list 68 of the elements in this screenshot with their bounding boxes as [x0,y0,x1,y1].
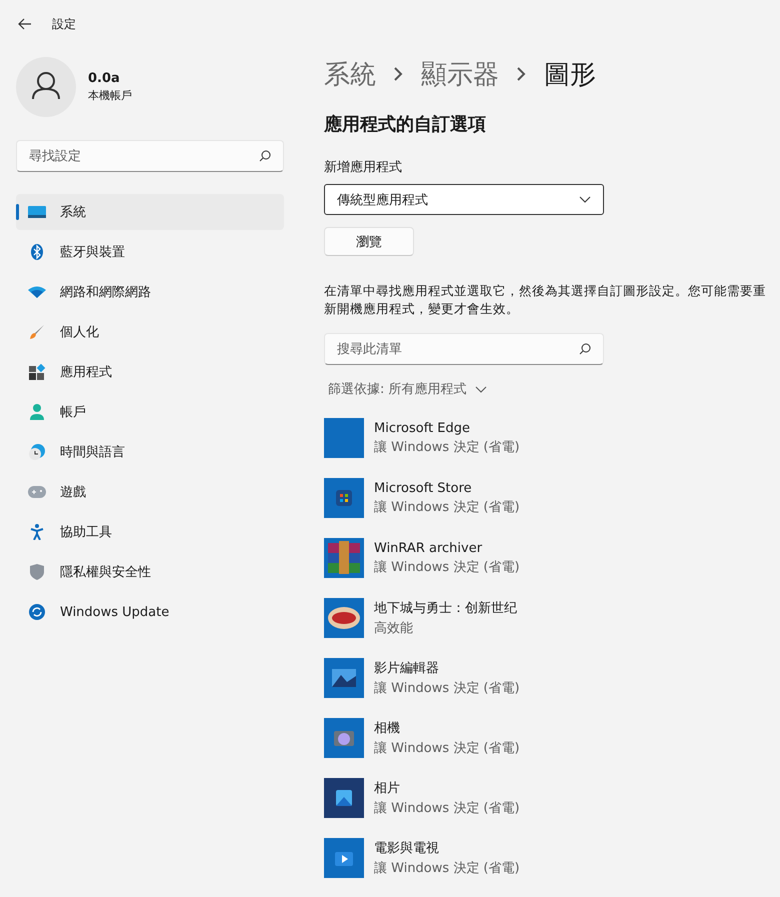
app-icon [324,538,364,578]
monitor-icon [28,206,46,218]
chevron-icon [394,67,403,81]
shield-icon [28,564,46,580]
page-title: 圖形 [544,58,596,92]
app-icon [324,718,364,758]
section-title: 應用程式的自訂選項 [324,113,486,136]
app-name: 相片 [374,780,401,797]
avatar-icon [16,57,76,117]
app-name: 相機 [374,720,401,737]
app-setting: 讓 Windows 決定 (省電) [374,498,520,516]
nav-item[interactable]: Windows Update [16,594,284,630]
nav-item[interactable]: 應用程式 [16,354,284,390]
wifi-icon [28,286,46,298]
brush-icon [28,324,46,340]
browse-button[interactable]: 瀏覽 [324,227,414,256]
chevron-down-icon [579,196,591,203]
app-icon [324,778,364,818]
clock-globe-icon [28,444,46,460]
app-icon [324,418,364,458]
app-icon [324,838,364,878]
field-label: 新增應用程式 [324,159,402,176]
search-icon [259,150,271,162]
bluetooth-icon [28,244,46,260]
app-icon [324,658,364,698]
account-name: 0.0a [88,71,121,86]
app-name: 影片編輯器 [374,660,440,677]
search-field[interactable]: 搜尋此清單 [324,333,604,365]
nav-item[interactable]: 帳戶 [16,394,284,430]
search-field[interactable]: 尋找設定 [16,140,284,172]
nav-item[interactable]: 隱私權與安全性 [16,554,284,590]
account-type: 本機帳戶 [88,88,132,103]
accessibility-icon [28,524,46,540]
nav-item[interactable]: 藍牙與裝置 [16,234,284,270]
app-name: Microsoft Edge [374,420,472,436]
update-icon [28,604,46,620]
breadcrumb-link[interactable]: 系統 [324,56,376,92]
app-setting: 讓 Windows 決定 (省電) [374,800,520,817]
app-setting: 高效能 [374,620,414,637]
gamepad-icon [28,486,46,498]
chevron-down-icon [474,386,487,392]
description: 在清單中尋找應用程式並選取它，然後為其選擇自訂圖形設定。您可能需要重新開機應用程式，變更才會生效。 [324,282,767,318]
filter-dropdown[interactable]: 篩選依據: 所有應用程式 [324,380,487,398]
person-icon [28,404,46,420]
app-setting: 讓 Windows 決定 (省電) [374,438,520,456]
nav-item[interactable]: 時間與語言 [16,434,284,470]
app-name: 地下城与勇士：创新世纪 [374,600,517,617]
app-name: WinRAR archiver [374,540,484,556]
app-name: 電影與電視 [374,840,440,857]
app-setting: 讓 Windows 決定 (省電) [374,860,520,877]
search-icon [579,343,591,355]
app-name: Microsoft Store [374,480,473,496]
back-icon[interactable] [18,18,32,30]
nav-item[interactable]: 網路和網際網路 [16,274,284,310]
nav-item[interactable]: 遊戲 [16,474,284,510]
nav-item[interactable]: 系統 [16,194,284,230]
nav-item[interactable]: 協助工具 [16,514,284,550]
nav-item[interactable]: 個人化 [16,314,284,350]
chevron-icon [517,67,526,81]
breadcrumb-link[interactable]: 顯示器 [421,56,499,92]
apps-icon [28,364,46,380]
app-icon [324,598,364,638]
app-setting: 讓 Windows 決定 (省電) [374,680,520,697]
app-setting: 讓 Windows 決定 (省電) [374,740,520,757]
app-icon [324,478,364,518]
app-type-dropdown[interactable]: 傳統型應用程式 [324,184,604,215]
app-setting: 讓 Windows 決定 (省電) [374,558,520,576]
window-title: 設定 [52,16,76,32]
